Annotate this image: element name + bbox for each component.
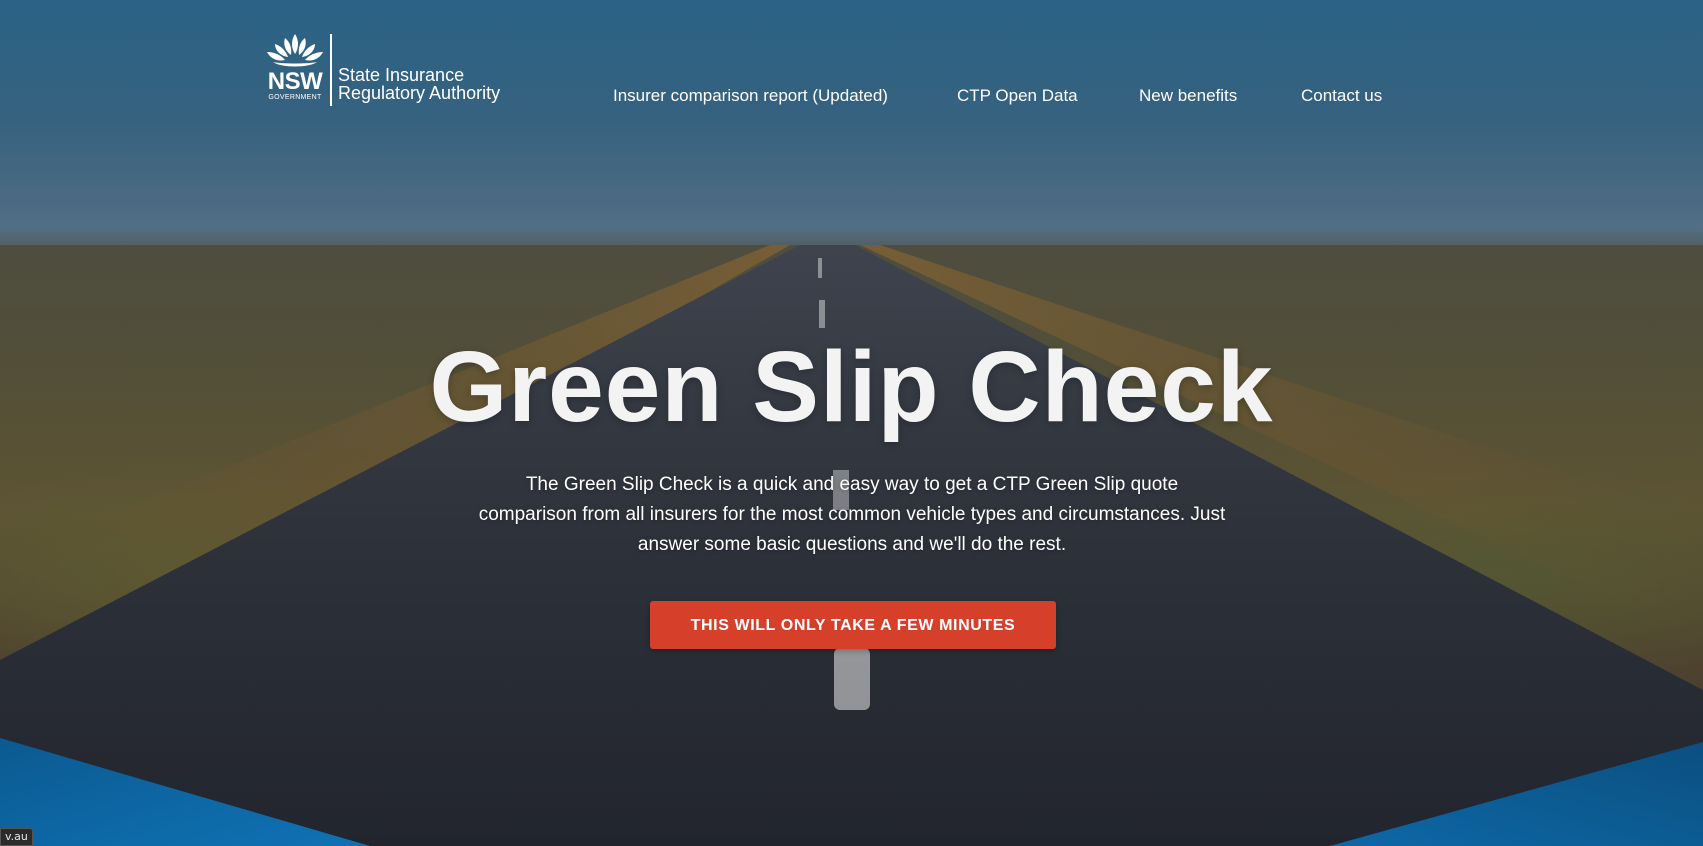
agency-name-line1: State Insurance — [338, 65, 465, 85]
status-bar-url: v.au — [0, 828, 33, 846]
nav-new-benefits[interactable]: New benefits — [1139, 85, 1237, 107]
nav-contact-us[interactable]: Contact us — [1301, 85, 1382, 107]
start-check-button[interactable]: THIS WILL ONLY TAKE A FEW MINUTES — [650, 601, 1056, 649]
nav-insurer-comparison-report[interactable]: Insurer comparison report (Updated) — [613, 85, 888, 107]
waratah-icon — [267, 34, 323, 67]
nav-ctp-open-data[interactable]: CTP Open Data — [957, 85, 1078, 107]
hero-description: The Green Slip Check is a quick and easy… — [478, 474, 1226, 555]
hero-section: NSW GOVERNMENT State Insurance Regulator… — [0, 0, 1703, 846]
page-title: Green Slip Check — [429, 331, 1274, 443]
site-header: NSW GOVERNMENT State Insurance Regulator… — [0, 0, 1703, 140]
main-nav: Insurer comparison report (Updated) CTP … — [0, 85, 1703, 109]
